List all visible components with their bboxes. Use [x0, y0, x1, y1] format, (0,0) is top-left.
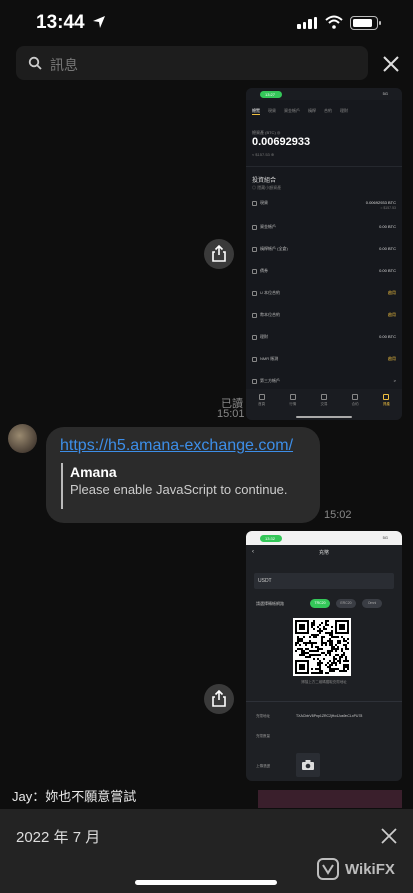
close-icon[interactable] [382, 55, 400, 73]
cellular-signal-icon [297, 17, 317, 29]
address-note: 掃描上方二維碼獲取充幣地址 [301, 680, 347, 684]
network-chip: Omni [362, 599, 382, 608]
asset-row: 資金帳戶 0.00 BTC [252, 224, 396, 232]
qr-code [293, 618, 351, 676]
upload-label: 上傳憑證 [256, 764, 270, 768]
avatar[interactable] [8, 424, 37, 453]
upload-box [296, 753, 320, 777]
date-label: 2022 年 7 月 [16, 829, 101, 846]
deposit-title: 充幣 [318, 550, 329, 556]
watermark-text: WikiFX [345, 860, 395, 878]
tab: 槓桿 [308, 108, 316, 113]
wikifx-logo-icon [317, 858, 339, 880]
status-pill: 13:27 [260, 91, 282, 98]
search-input[interactable]: 訊息 [50, 55, 78, 75]
network-label: 5G [382, 535, 388, 540]
location-arrow-icon [93, 16, 105, 28]
amount-label: 充幣數量 [256, 734, 270, 738]
share-icon [212, 245, 226, 262]
screenshot-image-assets[interactable]: 13:27 5G 總覽 現貨 資金帳戶 槓桿 合約 理財 總資產 (BTC) ◎… [246, 88, 402, 420]
asset-row: 第三方帳戶 > [252, 378, 396, 386]
tab: 總覽 [252, 108, 260, 115]
nav-item: 行情 [289, 394, 296, 407]
tab: 資金帳戶 [284, 108, 300, 113]
image-strip [258, 790, 402, 808]
network-chip: ERC20 [336, 599, 356, 608]
search-icon [28, 56, 42, 70]
status-time: 13:44 [36, 12, 85, 33]
balance-value: 0.00692933 [252, 136, 311, 148]
nav-item: 交易 [320, 394, 327, 407]
screenshot-image-deposit[interactable]: 13:32 5G ‹ 充幣 USDT 請選擇轉帳網路 TRC20 ERC20 O… [246, 531, 402, 781]
battery-icon [350, 16, 381, 30]
home-indicator[interactable] [135, 880, 277, 885]
asset-row: 現貨 0.00692933 BTC ≈ $157.53 [252, 200, 396, 210]
address-value: TXACbtrV8Pnp1ZRC2jHc4Jus9nCLxPU78 [296, 714, 363, 718]
bottom-nav: 首頁 行情 交易 合約 資產 [246, 389, 402, 420]
close-icon[interactable] [381, 828, 397, 844]
camera-icon [302, 760, 314, 770]
message-preview: Jay：妳也不願意嘗試 [12, 789, 137, 804]
nav-item: 合約 [352, 394, 359, 407]
status-pill: 13:32 [260, 535, 282, 542]
link-preview-title: Amana [70, 464, 117, 480]
address-label: 充幣地址 [256, 714, 270, 718]
link-preview-text: Please enable JavaScript to continue. [70, 482, 288, 497]
asset-row: 債券 0.00 BTC [252, 268, 396, 276]
tab: 現貨 [268, 108, 276, 113]
wifi-icon [325, 15, 343, 29]
asset-row: 幣本位合約 啟用 [252, 312, 396, 320]
portfolio-title: 投資組合 [252, 178, 277, 184]
asset-row: 理財 0.00 BTC [252, 334, 396, 342]
share-button[interactable] [204, 239, 234, 269]
asset-row: 槓桿帳戶 (全倉) 0.00 BTC [252, 246, 396, 254]
nav-item: 首頁 [258, 394, 265, 407]
message-time: 15:02 [324, 509, 352, 521]
nav-item: 資產 [383, 394, 390, 407]
message-time: 15:01 [217, 408, 245, 420]
asset-tabs: 總覽 現貨 資金帳戶 槓桿 合約 理財 [252, 108, 348, 115]
balance-sub: ≈ $157.53 ⊕ [252, 152, 275, 157]
network-label: 5G [382, 91, 388, 96]
watermark: WikiFX [317, 858, 395, 880]
message-link[interactable]: https://h5.amana-exchange.com/ [60, 437, 293, 455]
share-icon [212, 690, 226, 707]
share-button[interactable] [204, 684, 234, 714]
asset-row: NMR 賬測 啟用 [252, 356, 396, 364]
coin-select: USDT [254, 573, 394, 589]
portfolio-sub: ◎ 隱藏小額資產 [252, 185, 282, 190]
asset-row: U 本位合約 啟用 [252, 290, 396, 298]
tab: 理財 [340, 108, 348, 113]
tab: 合約 [324, 108, 332, 113]
network-chip: TRC20 [310, 599, 330, 608]
link-preview-bar [61, 463, 63, 509]
network-label-text: 請選擇轉帳網路 [256, 601, 284, 606]
